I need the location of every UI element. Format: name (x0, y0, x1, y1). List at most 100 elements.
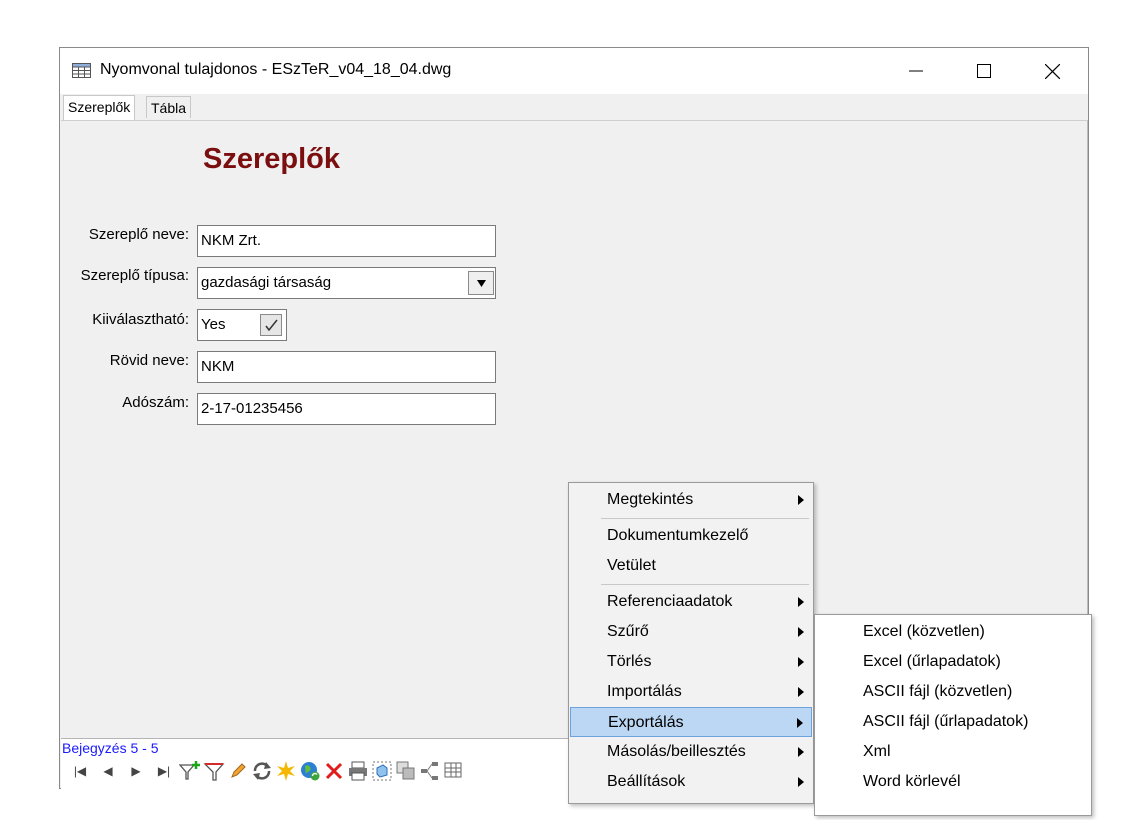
menu-item-label: Vetület (607, 557, 656, 574)
submenu-arrow-icon (798, 627, 804, 637)
table-view-button[interactable] (443, 759, 465, 783)
short-name-field[interactable]: NKM (197, 351, 496, 383)
menu-item-beallitasok[interactable]: Beállítások (570, 767, 812, 797)
last-record-icon: ▶| (157, 764, 171, 778)
print-button[interactable] (347, 759, 369, 783)
name-label: Szereplő neve: (88, 226, 189, 243)
page-title: Szereplők (203, 143, 340, 175)
menu-item-referenciaadatok[interactable]: Referenciaadatok (570, 587, 812, 617)
new-button[interactable] (275, 759, 297, 783)
refresh-icon (253, 762, 271, 780)
record-counter: Bejegyzés 5 - 5 (62, 740, 159, 756)
maximize-button[interactable] (950, 48, 1018, 94)
name-value: NKM Zrt. (201, 232, 261, 249)
selectable-value: Yes (201, 316, 226, 333)
menu-item-label: Dokumentumkezelő (607, 527, 749, 544)
menu-item-torles[interactable]: Törlés (570, 647, 812, 677)
menu-item-vetulet[interactable]: Vetület (570, 551, 812, 581)
menu-item-label: Importálás (607, 683, 682, 700)
record-toolbar: |◀ ◀ ▶ ▶| (67, 757, 467, 785)
network-button[interactable] (419, 759, 441, 783)
next-record-icon: ▶ (131, 764, 141, 778)
close-button[interactable] (1018, 48, 1086, 94)
type-value: gazdasági társaság (201, 274, 332, 291)
menu-separator (601, 518, 809, 519)
minimize-button[interactable] (882, 48, 950, 94)
tab-tabla[interactable]: Tábla (146, 96, 192, 118)
menu-item-label: Törlés (607, 653, 652, 670)
menu-item-dokumentumkezelo[interactable]: Dokumentumkezelő (570, 521, 812, 551)
last-record-button[interactable]: ▶| (151, 759, 177, 783)
menu-item-label: Megtekintés (607, 491, 694, 508)
submenu-arrow-icon (798, 687, 804, 697)
submenu-item-xml[interactable]: Xml (816, 737, 1090, 767)
maximize-icon (977, 64, 991, 78)
submenu-arrow-icon (798, 657, 804, 667)
check-button[interactable] (260, 314, 282, 336)
add-filter-icon (179, 761, 200, 780)
menu-item-importalas[interactable]: Importálás (570, 677, 812, 707)
type-select[interactable]: gazdasági társaság (197, 267, 496, 299)
title-bar[interactable]: Nyomvonal tulajdonos - ESzTeR_v04_18_04.… (60, 48, 1088, 94)
menu-item-label: Exportálás (608, 714, 684, 731)
grid-icon (444, 762, 462, 778)
previous-record-icon: ◀ (103, 764, 113, 778)
star-icon (277, 761, 295, 781)
previous-record-button[interactable]: ◀ (95, 759, 121, 783)
next-record-button[interactable]: ▶ (123, 759, 149, 783)
tab-szereplok[interactable]: Szereplők (63, 95, 136, 120)
menu-item-masolas-beillesztes[interactable]: Másolás/beillesztés (570, 737, 812, 767)
dropdown-button[interactable] (468, 271, 494, 295)
filter-button[interactable] (203, 759, 225, 783)
tax-number-value: 2-17-01235456 (201, 400, 303, 417)
delete-icon (325, 762, 343, 780)
selectable-label: Kiiválasztható: (92, 311, 189, 328)
context-menu: Megtekintés Dokumentumkezelő Vetület Ref… (568, 482, 814, 804)
menu-item-szuro[interactable]: Szűrő (570, 617, 812, 647)
menu-item-label: Másolás/beillesztés (607, 743, 746, 760)
select-icon (372, 761, 392, 781)
submenu-arrow-icon (797, 718, 803, 728)
submenu-item-ascii-direct[interactable]: ASCII fájl (közvetlen) (816, 677, 1090, 707)
close-icon (1044, 63, 1060, 79)
select-button[interactable] (371, 759, 393, 783)
submenu-item-word-mailmerge[interactable]: Word körlevél (816, 767, 1090, 797)
globe-icon (301, 762, 320, 781)
copy-button[interactable] (395, 759, 417, 783)
submenu-arrow-icon (798, 777, 804, 787)
chevron-down-icon (476, 279, 486, 287)
filter-icon (203, 763, 225, 781)
table-icon (72, 63, 91, 78)
short-name-label: Rövid neve: (109, 352, 189, 369)
short-name-value: NKM (201, 358, 235, 375)
web-button[interactable] (299, 759, 321, 783)
first-record-button[interactable]: |◀ (67, 759, 93, 783)
selectable-field[interactable]: Yes (197, 309, 287, 341)
menu-item-label: Szűrő (607, 623, 649, 640)
name-field[interactable]: NKM Zrt. (197, 225, 496, 257)
menu-item-exportalas[interactable]: Exportálás (570, 707, 812, 737)
print-icon (349, 761, 367, 781)
menu-item-label: Beállítások (607, 773, 686, 790)
submenu-arrow-icon (798, 747, 804, 757)
export-submenu: Excel (közvetlen) Excel (űrlapadatok) AS… (814, 614, 1092, 816)
submenu-item-ascii-form[interactable]: ASCII fájl (űrlapadatok) (816, 707, 1090, 737)
submenu-item-excel-direct[interactable]: Excel (közvetlen) (816, 617, 1090, 647)
add-filter-button[interactable] (179, 759, 201, 783)
tax-number-label: Adószám: (122, 394, 189, 411)
check-icon (264, 319, 278, 331)
edit-button[interactable] (227, 759, 249, 783)
first-record-icon: |◀ (73, 764, 87, 778)
menu-separator (601, 584, 809, 585)
tax-number-field[interactable]: 2-17-01235456 (197, 393, 496, 425)
delete-button[interactable] (323, 759, 345, 783)
network-icon (421, 762, 438, 780)
refresh-button[interactable] (251, 759, 273, 783)
menu-item-megtekintes[interactable]: Megtekintés (570, 485, 812, 515)
submenu-item-excel-form[interactable]: Excel (űrlapadatok) (816, 647, 1090, 677)
pencil-icon (231, 763, 246, 778)
submenu-arrow-icon (798, 495, 804, 505)
menu-item-label: Referenciaadatok (607, 593, 733, 610)
minimize-icon (909, 70, 923, 72)
type-label: Szereplő típusa: (80, 267, 189, 284)
